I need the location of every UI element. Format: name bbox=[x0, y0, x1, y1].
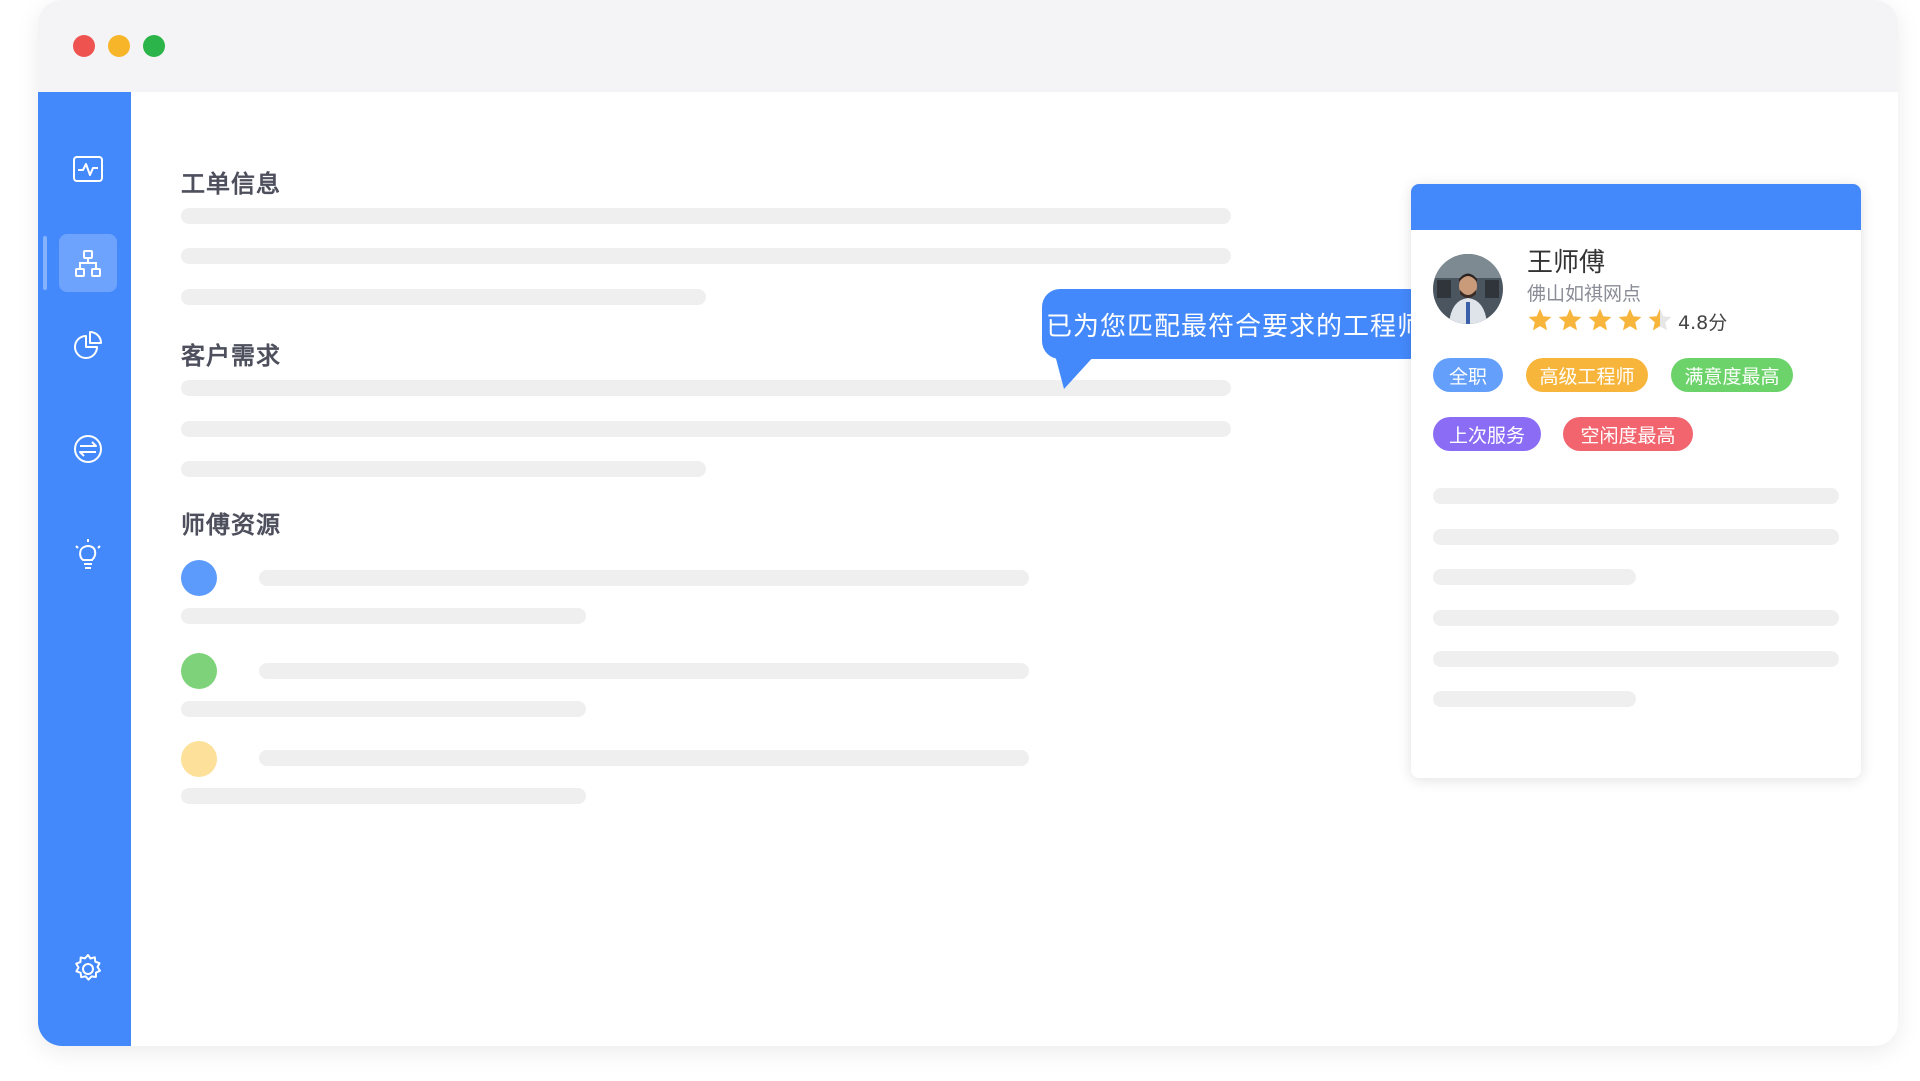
section-title-customer-needs: 客户需求 bbox=[181, 342, 281, 370]
app-window: 工单信息 客户需求 师傅资源 已为您匹配最符合要求的工程师 王师傅 佛山如祺网点… bbox=[38, 0, 1898, 1046]
lightbulb-icon bbox=[75, 539, 101, 569]
engineer-name: 王师傅 bbox=[1527, 248, 1606, 278]
skeleton-line bbox=[181, 701, 586, 717]
tag-last-service: 上次服务 bbox=[1433, 417, 1541, 451]
skeleton-line bbox=[1433, 691, 1636, 707]
star-icon bbox=[1618, 308, 1642, 331]
exchange-icon bbox=[74, 435, 102, 463]
skeleton-line bbox=[181, 421, 1231, 437]
title-bar bbox=[38, 0, 1898, 92]
org-structure-icon bbox=[75, 250, 101, 277]
match-notification-bubble: 已为您匹配最符合要求的工程师 bbox=[1042, 289, 1428, 389]
sidebar bbox=[38, 92, 131, 1046]
half-star-icon bbox=[1648, 308, 1672, 331]
pie-chart-icon bbox=[74, 331, 102, 359]
skeleton-line bbox=[181, 461, 706, 477]
sidebar-item-statistics[interactable] bbox=[59, 316, 117, 374]
gear-icon bbox=[75, 954, 101, 981]
skeleton-line bbox=[1433, 529, 1839, 545]
tag-senior-engineer: 高级工程师 bbox=[1526, 358, 1648, 392]
sidebar-item-monitor[interactable] bbox=[59, 140, 117, 198]
skeleton-line bbox=[181, 788, 586, 804]
section-title-technician-resources: 师傅资源 bbox=[181, 511, 281, 539]
tag-full-time: 全职 bbox=[1433, 358, 1503, 392]
card-header bbox=[1411, 184, 1861, 230]
sidebar-item-ideas[interactable] bbox=[59, 526, 117, 584]
engineer-photo bbox=[1433, 254, 1503, 324]
resource-status-dot bbox=[181, 560, 217, 596]
star-icon bbox=[1558, 308, 1582, 331]
sidebar-item-dispatch[interactable] bbox=[59, 234, 117, 292]
skeleton-line bbox=[181, 289, 706, 305]
avatar bbox=[1433, 254, 1503, 324]
tag-highest-satisfaction: 满意度最高 bbox=[1671, 358, 1793, 392]
minimize-button[interactable] bbox=[108, 35, 130, 57]
section-title-order-info: 工单信息 bbox=[181, 170, 281, 198]
maximize-button[interactable] bbox=[143, 35, 165, 57]
sidebar-item-exchange[interactable] bbox=[59, 420, 117, 478]
skeleton-line bbox=[259, 750, 1029, 766]
close-button[interactable] bbox=[73, 35, 95, 57]
skeleton-line bbox=[181, 608, 586, 624]
bubble-tail bbox=[1055, 355, 1095, 389]
resource-status-dot bbox=[181, 741, 217, 777]
engineer-branch: 佛山如祺网点 bbox=[1527, 283, 1642, 305]
skeleton-line bbox=[1433, 610, 1839, 626]
star-icon bbox=[1588, 308, 1612, 331]
star-icon bbox=[1528, 308, 1552, 331]
activity-chart-icon bbox=[73, 156, 103, 182]
skeleton-line bbox=[1433, 651, 1839, 667]
active-indicator bbox=[43, 236, 47, 290]
skeleton-line bbox=[1433, 569, 1636, 585]
engineer-card[interactable]: 王师傅 佛山如祺网点 4.8分 全职 高级工程师 满意度最高 上次服务 空闲度最… bbox=[1411, 184, 1861, 778]
skeleton-line bbox=[259, 663, 1029, 679]
skeleton-line bbox=[1433, 488, 1839, 504]
rating-stars bbox=[1527, 307, 1673, 333]
skeleton-line bbox=[181, 208, 1231, 224]
skeleton-line bbox=[181, 248, 1231, 264]
sidebar-item-settings[interactable] bbox=[59, 940, 117, 998]
skeleton-line bbox=[259, 570, 1029, 586]
resource-status-dot bbox=[181, 653, 217, 689]
tag-most-available: 空闲度最高 bbox=[1563, 417, 1693, 451]
rating-score: 4.8分 bbox=[1678, 312, 1728, 334]
main-content: 工单信息 客户需求 师傅资源 已为您匹配最符合要求的工程师 王师傅 佛山如祺网点… bbox=[131, 92, 1898, 1046]
bubble-text: 已为您匹配最符合要求的工程师 bbox=[1045, 311, 1424, 342]
